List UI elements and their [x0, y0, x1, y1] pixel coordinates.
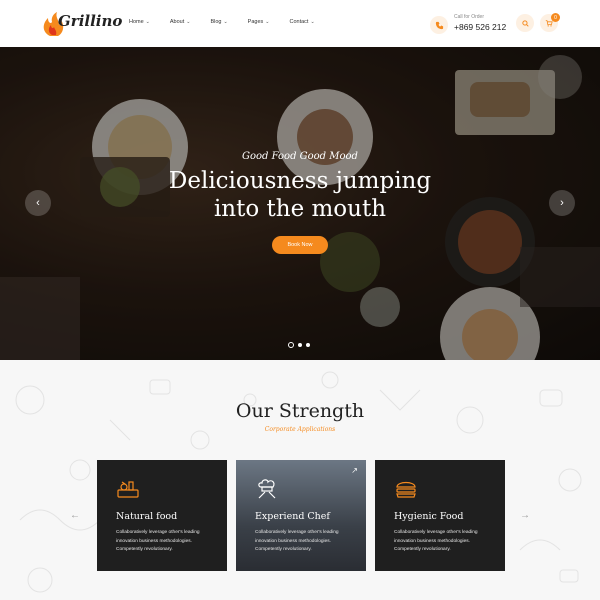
main-nav: Home ⌄ About ⌄ Blog ⌄ Pages ⌄ Contact ⌄ [129, 19, 335, 25]
chevron-right-icon: › [560, 197, 564, 209]
section-subtitle: Corporate Applications [264, 426, 336, 433]
slider-dots [288, 342, 310, 348]
nav-label: Contact [289, 19, 309, 25]
chevron-down-icon: ⌄ [186, 19, 191, 25]
nav-label: Home [129, 19, 144, 25]
search-button[interactable] [516, 14, 534, 32]
card-title: Natural food [116, 511, 178, 522]
nav-label: Blog [210, 19, 222, 25]
nav-about[interactable]: About ⌄ [170, 19, 191, 25]
card-text: Collaboratively leverage other's leading… [116, 530, 200, 552]
strength-card[interactable]: Hygienic Food Collaboratively leverage o… [375, 460, 505, 571]
chevron-down-icon: ⌄ [145, 19, 150, 25]
slider-dot-active[interactable] [288, 342, 294, 348]
nav-contact[interactable]: Contact ⌄ [289, 19, 314, 25]
carousel-next-button[interactable]: → [520, 510, 530, 521]
site-header: Grillino Home ⌄ About ⌄ Blog ⌄ Pages ⌄ Conta… [0, 0, 600, 47]
section-title: Our Strength [235, 400, 365, 422]
burger-icon [396, 481, 416, 498]
hero-tagline: Good Food Good Mood [242, 151, 358, 162]
hero-title-line: Deliciousness jumping [168, 168, 432, 194]
chef-icon [258, 479, 276, 499]
chevron-down-icon: ⌄ [223, 19, 228, 25]
carousel-prev-button[interactable]: ← [70, 510, 80, 521]
nav-blog[interactable]: Blog ⌄ [210, 19, 227, 25]
arrow-up-right-icon[interactable]: ↗ [351, 466, 358, 475]
card-text: Collaboratively leverage other's leading… [394, 530, 478, 552]
arrow-right-icon: → [520, 510, 530, 521]
hero-title-line: into the mouth [213, 196, 387, 222]
brand-name[interactable]: Grillino [58, 12, 122, 30]
order-phone[interactable]: +869 526 212 [454, 22, 506, 32]
natural-food-icon [117, 481, 139, 498]
hero-slider: Good Food Good Mood Deliciousness jumpin… [0, 47, 600, 360]
search-icon [521, 19, 529, 27]
card-title: Hygienic Food [394, 511, 464, 522]
phone-icon [430, 16, 448, 34]
slider-dot[interactable] [306, 343, 310, 347]
chevron-down-icon: ⌄ [265, 19, 270, 25]
hero-title: Deliciousness jumping into the mouth [0, 167, 600, 223]
strength-card[interactable]: ↗ Experiend Chef Collaboratively leverag… [236, 460, 366, 571]
strength-section: Our Strength Corporate Applications ← → … [0, 360, 600, 600]
slider-dot[interactable] [298, 343, 302, 347]
book-now-button[interactable]: Book Now [272, 236, 328, 254]
nav-label: About [169, 19, 185, 25]
nav-home[interactable]: Home ⌄ [129, 19, 150, 25]
order-label: Call for Order [454, 14, 485, 20]
nav-label: Pages [247, 19, 264, 25]
hero-prev-button[interactable]: ‹ [25, 190, 51, 216]
cart-count-badge: 0 [551, 13, 560, 22]
nav-pages[interactable]: Pages ⌄ [248, 19, 270, 25]
chevron-left-icon: ‹ [36, 197, 40, 209]
hero-next-button[interactable]: › [549, 190, 575, 216]
card-title: Experiend Chef [255, 511, 330, 522]
arrow-left-icon: ← [70, 510, 80, 521]
card-text: Collaboratively leverage other's leading… [255, 530, 339, 552]
chevron-down-icon: ⌄ [310, 19, 315, 25]
strength-card[interactable]: Natural food Collaboratively leverage ot… [97, 460, 227, 571]
